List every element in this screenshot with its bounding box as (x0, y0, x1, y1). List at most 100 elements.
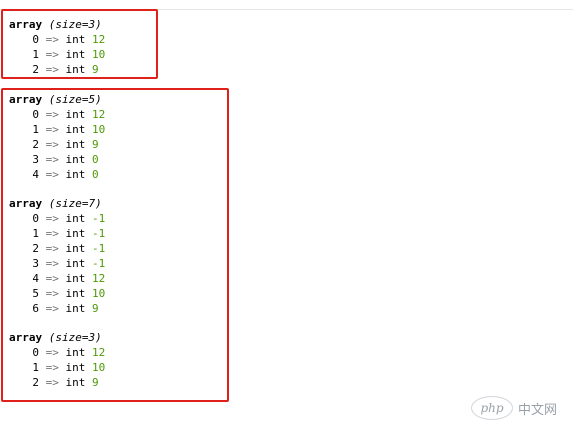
var-dump-group: array (size=5) 0 => int 12 1 => int 10 2… (9, 92, 105, 390)
array-size: (size=5) (48, 93, 102, 106)
dump-row: 1 => int 10 (9, 360, 105, 375)
row-arrow: => (45, 361, 59, 374)
row-index: 3 (32, 153, 39, 166)
row-type: int (65, 168, 86, 181)
row-arrow: => (45, 242, 59, 255)
row-arrow: => (45, 48, 59, 61)
row-value: 12 (92, 272, 106, 285)
dump-row: 2 => int -1 (9, 241, 105, 256)
row-type: int (65, 138, 86, 151)
row-value: 10 (92, 123, 106, 136)
dump-row: 4 => int 0 (9, 167, 105, 182)
dump-row: 5 => int 10 (9, 286, 105, 301)
row-value: 9 (92, 376, 99, 389)
row-index: 1 (32, 48, 39, 61)
var-dump-block: array (size=7) 0 => int -1 1 => int -1 2… (9, 196, 105, 316)
dump-row: 0 => int 12 (9, 32, 105, 47)
dump-row: 1 => int 10 (9, 122, 105, 137)
dump-header: array (size=3) (9, 330, 105, 345)
row-arrow: => (45, 108, 59, 121)
row-index: 5 (32, 287, 39, 300)
dump-row: 0 => int 12 (9, 107, 105, 122)
row-type: int (65, 63, 86, 76)
row-index: 0 (32, 108, 39, 121)
row-value: 9 (92, 63, 99, 76)
row-type: int (65, 33, 86, 46)
row-index: 2 (32, 376, 39, 389)
array-size: (size=7) (48, 197, 102, 210)
dump-row: 4 => int 12 (9, 271, 105, 286)
dump-row: 3 => int -1 (9, 256, 105, 271)
row-arrow: => (45, 227, 59, 240)
row-arrow: => (45, 287, 59, 300)
dump-spacer (9, 316, 105, 330)
dump-row: 0 => int 12 (9, 345, 105, 360)
row-type: int (65, 153, 86, 166)
dump-header: array (size=3) (9, 17, 105, 32)
row-index: 4 (32, 168, 39, 181)
dump-row: 2 => int 9 (9, 375, 105, 390)
row-value: 12 (92, 33, 106, 46)
row-value: 12 (92, 346, 106, 359)
row-arrow: => (45, 376, 59, 389)
dump-header: array (size=7) (9, 196, 105, 211)
dump-spacer (9, 182, 105, 196)
row-index: 1 (32, 361, 39, 374)
row-index: 0 (32, 212, 39, 225)
row-index: 1 (32, 123, 39, 136)
array-size: (size=3) (48, 18, 102, 31)
row-value: 12 (92, 108, 106, 121)
php-logo-icon: php (471, 396, 513, 420)
row-arrow: => (45, 153, 59, 166)
row-arrow: => (45, 138, 59, 151)
row-index: 6 (32, 302, 39, 315)
row-value: 0 (92, 168, 99, 181)
row-value: -1 (92, 212, 106, 225)
dump-row: 0 => int -1 (9, 211, 105, 226)
row-value: 10 (92, 361, 106, 374)
row-type: int (65, 48, 86, 61)
row-arrow: => (45, 302, 59, 315)
var-dump-block: array (size=3) 0 => int 12 1 => int 10 2… (9, 330, 105, 390)
row-value: 9 (92, 138, 99, 151)
row-arrow: => (45, 346, 59, 359)
row-type: int (65, 346, 86, 359)
row-value: -1 (92, 227, 106, 240)
row-type: int (65, 302, 86, 315)
watermark-site-text: 中文网 (518, 402, 558, 418)
row-value: 0 (92, 153, 99, 166)
row-type: int (65, 257, 86, 270)
row-type: int (65, 287, 86, 300)
dump-row: 6 => int 9 (9, 301, 105, 316)
array-keyword: array (9, 93, 43, 106)
row-type: int (65, 376, 86, 389)
row-type: int (65, 272, 86, 285)
row-arrow: => (45, 123, 59, 136)
php-logo-text: php (480, 401, 504, 415)
row-type: int (65, 242, 86, 255)
dump-row: 1 => int -1 (9, 226, 105, 241)
row-arrow: => (45, 63, 59, 76)
row-type: int (65, 123, 86, 136)
row-value: 10 (92, 48, 106, 61)
array-keyword: array (9, 18, 43, 31)
row-index: 0 (32, 33, 39, 46)
row-type: int (65, 212, 86, 225)
dump-row: 1 => int 10 (9, 47, 105, 62)
row-index: 2 (32, 63, 39, 76)
row-type: int (65, 361, 86, 374)
row-arrow: => (45, 33, 59, 46)
php-cn-watermark: php 中文网 (471, 396, 557, 420)
row-index: 2 (32, 242, 39, 255)
dump-header: array (size=5) (9, 92, 105, 107)
row-index: 3 (32, 257, 39, 270)
row-value: 9 (92, 302, 99, 315)
array-size: (size=3) (48, 331, 102, 344)
var-dump-block: array (size=5) 0 => int 12 1 => int 10 2… (9, 92, 105, 182)
row-value: -1 (92, 242, 106, 255)
row-index: 4 (32, 272, 39, 285)
row-arrow: => (45, 257, 59, 270)
var-dump-block: array (size=3) 0 => int 12 1 => int 10 2… (9, 17, 105, 77)
row-type: int (65, 227, 86, 240)
row-value: -1 (92, 257, 106, 270)
